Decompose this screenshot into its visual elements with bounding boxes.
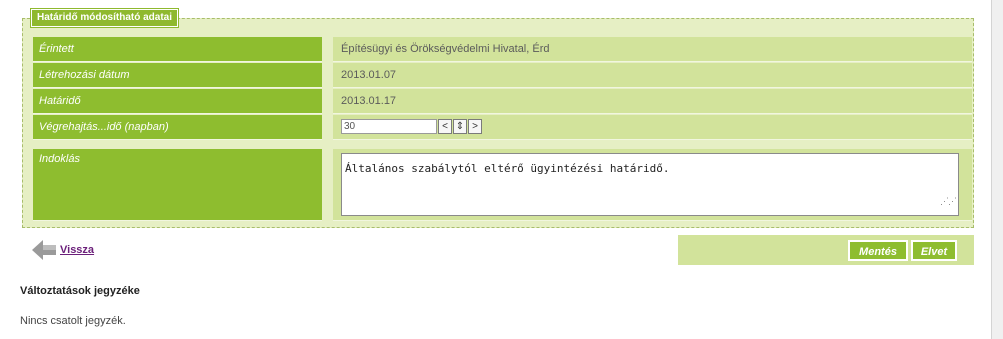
created-date-label: Létrehozási dátum <box>33 63 322 88</box>
row-execution-days: Végrehajtás...idő (napban) 30 < ⇕ > <box>33 115 974 140</box>
chevron-left-icon[interactable]: < <box>438 119 452 134</box>
created-date-value: 2013.01.07 <box>333 63 972 88</box>
justification-text: Általános szabálytól eltérő ügyintézési … <box>345 162 670 175</box>
back-link-group[interactable]: Vissza <box>30 236 94 264</box>
justification-textarea[interactable]: Általános szabálytól eltérő ügyintézési … <box>341 153 959 216</box>
action-bar: Mentés Elvet <box>678 235 974 265</box>
execution-days-stepper[interactable]: 30 < ⇕ > <box>341 119 482 134</box>
back-link[interactable]: Vissza <box>60 244 94 256</box>
justification-label: Indoklás <box>33 149 322 221</box>
row-created-date: Létrehozási dátum 2013.01.07 <box>33 63 974 88</box>
scrollbar-gutter[interactable] <box>991 0 1003 339</box>
panel-legend: Határidő módosítható adatai <box>29 8 180 28</box>
save-button[interactable]: Mentés <box>848 240 908 261</box>
discard-button[interactable]: Elvet <box>911 240 957 261</box>
back-arrow-icon[interactable] <box>30 236 58 264</box>
changes-empty-text: Nincs csatolt jegyzék. <box>20 315 126 327</box>
updown-icon[interactable]: ⇕ <box>453 119 467 134</box>
affected-value: Építésügyi és Örökségvédelmi Hivatal, Ér… <box>333 37 972 62</box>
changes-title: Változtatások jegyzéke <box>20 285 140 297</box>
chevron-right-icon[interactable]: > <box>468 119 482 134</box>
affected-label: Érintett <box>33 37 322 62</box>
execution-days-label: Végrehajtás...idő (napban) <box>33 115 322 140</box>
justification-cell: Általános szabálytól eltérő ügyintézési … <box>333 149 972 221</box>
execution-days-input[interactable]: 30 <box>341 119 437 134</box>
row-deadline: Határidő 2013.01.17 <box>33 89 974 114</box>
execution-days-cell: 30 < ⇕ > <box>333 115 972 140</box>
row-justification: Indoklás Általános szabálytól eltérő ügy… <box>33 149 974 221</box>
deadline-value: 2013.01.17 <box>333 89 972 114</box>
deadline-label: Határidő <box>33 89 322 114</box>
resize-handle-icon[interactable]: ⋰⋰ <box>940 190 957 214</box>
row-affected: Érintett Építésügyi és Örökségvédelmi Hi… <box>33 37 974 62</box>
